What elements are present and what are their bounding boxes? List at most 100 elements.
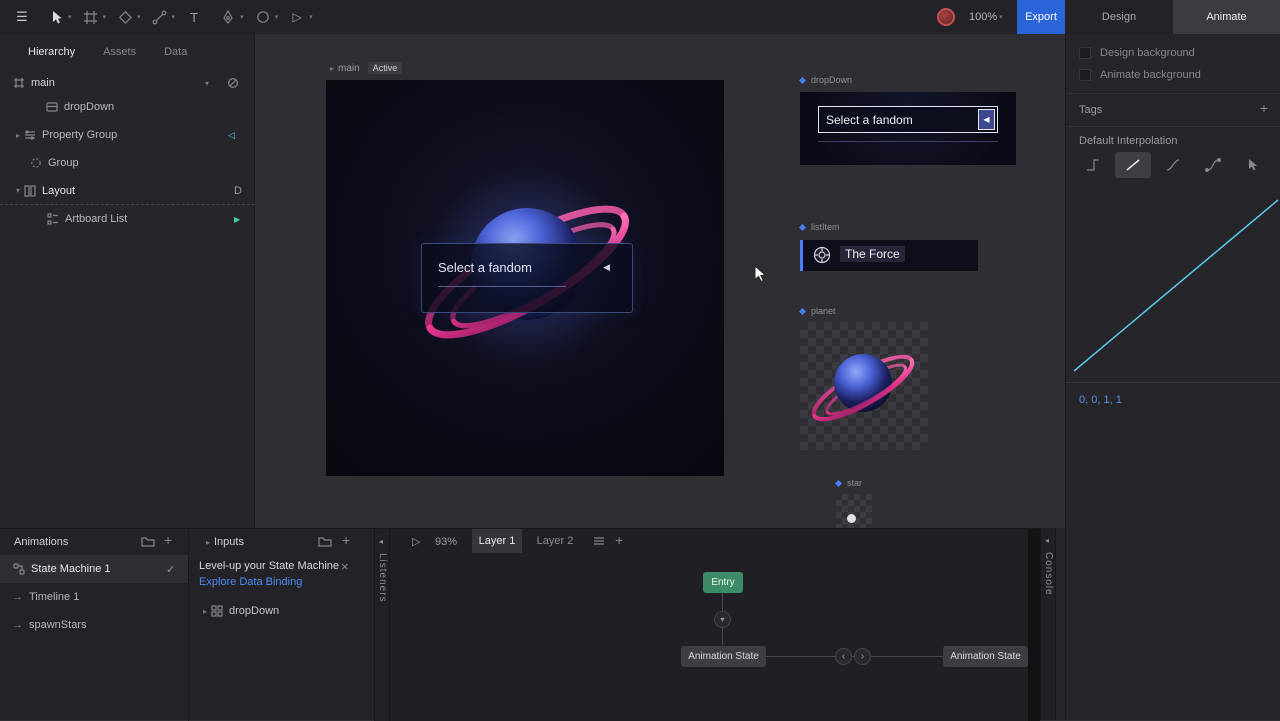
transition-right-icon[interactable]: › [854,648,871,665]
transition-left-icon[interactable]: ‹ [835,648,852,665]
input-caret-icon[interactable]: ▸ [199,607,211,616]
listeners-collapsed-panel[interactable]: ◂ Listeners [374,529,390,721]
hierarchy-panel: Hierarchy Assets Data main ▾ dropDown ▸ … [0,34,255,528]
preview-star-label[interactable]: star [836,478,862,488]
dropdown-arrow-icon[interactable]: ◀ [603,262,610,273]
interp-cubic-handles-button[interactable] [1195,152,1231,178]
animation-state-node-2[interactable]: Animation State [943,646,1028,667]
preview-select-box[interactable]: Select a fandom ◀ [818,106,998,133]
add-tag-button[interactable]: + [1260,100,1268,116]
add-layer-button[interactable]: + [615,532,623,548]
binding-indicator-icon[interactable]: ◁ [228,130,235,141]
data-bound-play-icon[interactable]: ▶ [234,215,240,224]
bone-tool-caret-icon[interactable]: ▾ [172,13,176,21]
transform-tool-icon[interactable] [253,7,273,27]
layer-menu-icon[interactable] [593,536,605,546]
main-artboard[interactable]: Select a fandom ◀ [326,80,724,476]
promo-close-icon[interactable]: × [341,559,349,574]
promo-link[interactable]: Explore Data Binding [199,576,302,588]
play-tool-caret-icon[interactable]: ▾ [309,13,313,21]
transform-tool-caret-icon[interactable]: ▾ [275,13,279,21]
pen-tool-caret-icon[interactable]: ▾ [240,13,244,21]
artboard-caret-icon[interactable]: ▾ [205,79,209,88]
tab-layer-1[interactable]: Layer 1 [472,529,522,553]
animate-background-row[interactable]: Animate background [1079,66,1201,84]
animation-item-state-machine[interactable]: State Machine 1 ✓ [0,555,188,583]
input-item-dropdown[interactable]: ▸ dropDown [199,599,279,623]
design-background-row[interactable]: Design background [1079,44,1195,62]
console-collapsed-panel[interactable]: ◂ Console [1040,528,1056,720]
shapes-tool-icon[interactable] [115,7,135,27]
artboard-root-row[interactable]: main ▾ [0,71,255,95]
link-icon[interactable] [227,77,239,89]
interp-custom-button[interactable] [1235,152,1271,178]
interp-cubic-button[interactable] [1155,152,1191,178]
export-button[interactable]: Export [1017,0,1065,34]
main-artboard-label[interactable]: ▸ main Active [326,62,402,74]
tree-item-property-group[interactable]: ▸ Property Group ◁ [0,121,255,149]
state-machine-graph[interactable]: ▷ 93% Layer 1 Layer 2 + Entry ▾ Animatio… [390,529,1028,721]
dropdown-preview-artboard[interactable]: Select a fandom ◀ [800,92,1016,165]
tree-item-layout[interactable]: ▾ Layout D [0,177,255,205]
preview-select-arrow-icon[interactable]: ◀ [978,109,995,130]
play-tool-icon[interactable]: ▷ [287,7,307,27]
add-input-button[interactable]: + [342,532,350,548]
zoom-caret-icon[interactable]: ▾ [999,13,1003,21]
artboard-tool-caret-icon[interactable]: ▾ [103,13,107,21]
active-badge: Active [368,62,403,74]
tree-item-dropdown[interactable]: dropDown [0,93,255,121]
preview-listitem-label[interactable]: listItem [800,222,840,232]
interp-linear-button[interactable] [1115,152,1151,178]
layer-tab-label: Layer 2 [537,535,574,547]
entry-node[interactable]: Entry [703,572,743,593]
preview-label-text: planet [811,306,836,316]
animation-item-spawnstars[interactable]: → spawnStars [0,611,188,639]
animation-state-node-1[interactable]: Animation State [681,646,766,667]
listitem-preview-artboard[interactable]: The Force [800,240,978,271]
animate-mode-tab[interactable]: Animate [1173,0,1280,34]
fandom-dropdown[interactable]: Select a fandom ◀ [421,243,633,313]
stage-canvas[interactable]: ▸ main Active [255,34,1065,528]
text-tool-icon[interactable]: T [184,7,204,27]
add-animation-button[interactable]: + [164,532,172,548]
tab-data[interactable]: Data [164,46,187,58]
animate-background-swatch[interactable] [1079,69,1091,81]
expand-console-icon[interactable]: ◂ [1045,536,1049,545]
select-tool-caret-icon[interactable]: ▾ [68,13,72,21]
mouse-cursor [753,265,767,283]
shapes-tool-caret-icon[interactable]: ▾ [137,13,141,21]
star-preview-artboard[interactable] [836,494,872,528]
animations-folder-icon[interactable] [141,535,155,547]
tab-assets[interactable]: Assets [103,46,136,58]
tree-item-artboard-list[interactable]: Artboard List ▶ [0,205,255,233]
inputs-folder-icon[interactable] [318,535,332,547]
design-background-swatch[interactable] [1079,47,1091,59]
tree-item-label: dropDown [64,101,114,113]
expand-caret-icon[interactable]: ▸ [12,131,24,140]
design-mode-tab[interactable]: Design [1065,0,1173,34]
tab-hierarchy[interactable]: Hierarchy [28,46,75,58]
menu-icon[interactable]: ☰ [12,7,32,27]
inputs-header[interactable]: ▸ Inputs [202,529,244,555]
artboard-label-caret-icon[interactable]: ▸ [326,64,338,73]
select-tool-icon[interactable] [46,7,66,27]
interpolation-curve-editor[interactable] [1066,184,1280,382]
tree-item-group[interactable]: Group [0,149,255,177]
preview-dropdown-label[interactable]: dropDown [800,75,852,85]
listitem-text[interactable]: The Force [840,246,905,262]
pen-tool-icon[interactable] [218,7,238,27]
inputs-caret-icon[interactable]: ▸ [202,538,214,547]
expand-listeners-icon[interactable]: ◂ [379,537,383,546]
avatar[interactable] [937,8,955,26]
collapse-caret-icon[interactable]: ▾ [12,186,24,195]
bone-tool-icon[interactable] [150,7,170,27]
tab-layer-2[interactable]: Layer 2 [530,529,580,553]
zoom-control[interactable]: 100% ▾ [969,0,1012,34]
graph-play-icon[interactable]: ▷ [412,535,420,548]
artboard-tool-icon[interactable] [81,7,101,27]
preview-planet-label[interactable]: planet [800,306,836,316]
planet-preview-artboard[interactable] [800,322,928,450]
animation-item-timeline[interactable]: → Timeline 1 [0,583,188,611]
interp-hold-button[interactable] [1075,152,1111,178]
transition-chevron-icon[interactable]: ▾ [714,611,731,628]
